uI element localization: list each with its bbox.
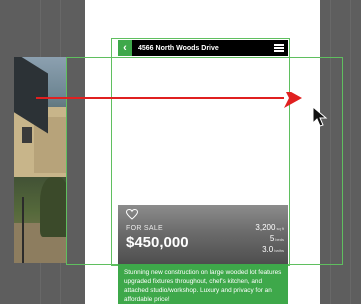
listing-status: FOR SALE [126,225,164,232]
back-chevron-icon[interactable]: ‹ [118,40,132,56]
mouse-cursor-icon [312,106,328,127]
heart-icon[interactable] [126,209,138,220]
drag-arrow-icon [36,92,302,108]
address-title: 4566 North Woods Drive [138,44,219,52]
listing-stats: 3,200sq ft 5beds 3.0baths [255,223,284,256]
listing-description: Stunning new construction on large woode… [118,264,288,304]
hamburger-menu-icon[interactable] [274,44,284,52]
stat-baths: 3.0baths [262,245,284,254]
house-photo[interactable] [14,57,66,263]
phone-nav-bar: ‹ 4566 North Woods Drive [118,40,288,56]
listing-card[interactable]: FOR SALE $450,000 3,200sq ft 5beds 3.0ba… [118,205,288,264]
listing-price: $450,000 [126,234,189,251]
stat-sqft: 3,200sq ft [255,223,284,232]
stat-beds: 5beds [269,234,284,243]
